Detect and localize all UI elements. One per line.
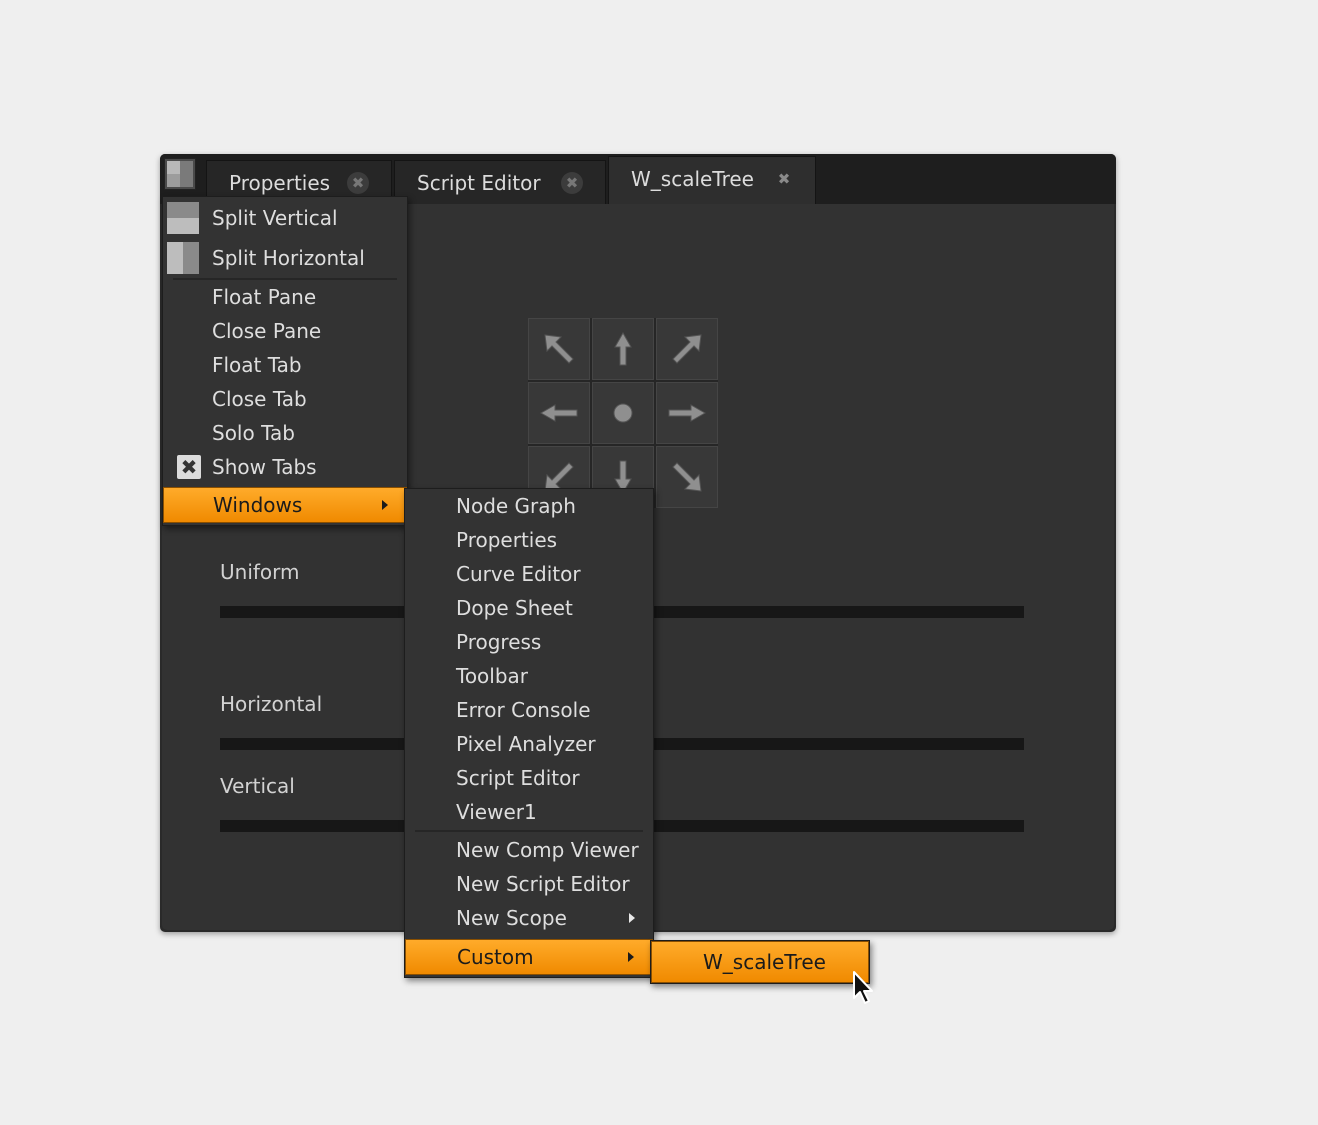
menu-item-label: Curve Editor bbox=[456, 562, 581, 586]
arrow-left-icon bbox=[539, 404, 578, 422]
tab-w-scaletree[interactable]: W_scaleTree ✖ bbox=[608, 156, 816, 204]
menu-item-close-pane[interactable]: Close Pane bbox=[163, 315, 407, 347]
tab-label: W_scaleTree bbox=[631, 167, 754, 191]
menu-item-label: Properties bbox=[456, 528, 558, 552]
close-icon[interactable]: ✖ bbox=[773, 168, 795, 190]
arrow-left-button[interactable] bbox=[528, 382, 590, 444]
dot-icon bbox=[613, 403, 633, 423]
direction-grid bbox=[528, 318, 718, 508]
menu-item-label: Windows bbox=[213, 493, 303, 517]
tab-script-editor[interactable]: Script Editor ✖ bbox=[394, 160, 606, 204]
checkbox-checked-icon: ✖ bbox=[177, 455, 201, 479]
menu-item-label: New Comp Viewer bbox=[456, 838, 639, 862]
menu-item-float-tab[interactable]: Float Tab bbox=[163, 349, 407, 381]
menu-item-new-scope[interactable]: New Scope bbox=[405, 901, 653, 935]
menu-item-viewer1[interactable]: Viewer1 bbox=[405, 795, 653, 829]
menu-item-curve-editor[interactable]: Curve Editor bbox=[405, 557, 653, 591]
menu-item-label: Close Pane bbox=[212, 319, 322, 343]
menu-item-label: Show Tabs bbox=[212, 455, 317, 479]
arrow-right-button[interactable] bbox=[656, 382, 718, 444]
submenu-arrow-icon bbox=[629, 913, 635, 923]
arrow-down-right-icon bbox=[672, 462, 702, 492]
arrow-right-icon bbox=[668, 404, 707, 422]
tab-label: Script Editor bbox=[417, 171, 541, 195]
menu-item-new-comp-viewer[interactable]: New Comp Viewer bbox=[405, 833, 653, 867]
menu-item-label: Solo Tab bbox=[212, 421, 295, 445]
menu-item-label: New Scope bbox=[456, 906, 567, 930]
menu-item-label: Float Tab bbox=[212, 353, 302, 377]
mouse-cursor-icon bbox=[853, 971, 873, 1004]
menu-item-label: Float Pane bbox=[212, 285, 317, 309]
menu-item-show-tabs[interactable]: ✖ Show Tabs bbox=[163, 451, 407, 483]
menu-item-label: Dope Sheet bbox=[456, 596, 573, 620]
menu-item-custom[interactable]: Custom bbox=[405, 939, 653, 975]
menu-item-close-tab[interactable]: Close Tab bbox=[163, 383, 407, 415]
submenu-arrow-icon bbox=[382, 500, 388, 510]
close-icon[interactable]: ✖ bbox=[561, 172, 583, 194]
uniform-label: Uniform bbox=[220, 560, 300, 584]
menu-separator bbox=[173, 278, 397, 280]
menu-item-label: Toolbar bbox=[456, 664, 529, 688]
menu-item-pixel-analyzer[interactable]: Pixel Analyzer bbox=[405, 727, 653, 761]
tab-label: Properties bbox=[229, 171, 331, 195]
menu-item-script-editor[interactable]: Script Editor bbox=[405, 761, 653, 795]
horizontal-label: Horizontal bbox=[220, 692, 323, 716]
pane-menu: Split Vertical Split Horizontal Float Pa… bbox=[162, 196, 408, 526]
menu-item-progress[interactable]: Progress bbox=[405, 625, 653, 659]
arrow-up-left-button[interactable] bbox=[528, 318, 590, 380]
menu-item-split-horizontal[interactable]: Split Horizontal bbox=[163, 239, 407, 277]
menu-item-label: Error Console bbox=[456, 698, 591, 722]
arrow-up-right-icon bbox=[672, 334, 702, 364]
menu-item-label: Close Tab bbox=[212, 387, 307, 411]
split-vertical-icon bbox=[167, 202, 199, 234]
menu-item-label: Custom bbox=[457, 945, 534, 969]
menu-item-label: W_scaleTree bbox=[703, 950, 826, 974]
menu-separator bbox=[415, 830, 643, 832]
menu-item-windows[interactable]: Windows bbox=[163, 487, 407, 523]
menu-item-solo-tab[interactable]: Solo Tab bbox=[163, 417, 407, 449]
arrow-up-left-icon bbox=[544, 334, 574, 364]
center-button[interactable] bbox=[592, 382, 654, 444]
custom-menu: W_scaleTree bbox=[650, 940, 870, 984]
menu-item-dope-sheet[interactable]: Dope Sheet bbox=[405, 591, 653, 625]
submenu-arrow-icon bbox=[628, 952, 634, 962]
menu-item-label: Pixel Analyzer bbox=[456, 732, 596, 756]
close-icon[interactable]: ✖ bbox=[347, 172, 369, 194]
menu-item-split-vertical[interactable]: Split Vertical bbox=[163, 199, 407, 237]
arrow-up-icon bbox=[614, 331, 632, 366]
arrow-up-button[interactable] bbox=[592, 318, 654, 380]
menu-item-label: Split Horizontal bbox=[212, 246, 365, 270]
menu-item-w-scaletree[interactable]: W_scaleTree bbox=[651, 941, 869, 983]
menu-item-properties[interactable]: Properties bbox=[405, 523, 653, 557]
menu-item-new-script-editor[interactable]: New Script Editor bbox=[405, 867, 653, 901]
menu-item-float-pane[interactable]: Float Pane bbox=[163, 281, 407, 313]
menu-item-label: Viewer1 bbox=[456, 800, 537, 824]
split-horizontal-icon bbox=[167, 242, 199, 274]
menu-item-label: Node Graph bbox=[456, 494, 576, 518]
menu-item-label: Progress bbox=[456, 630, 542, 654]
menu-item-node-graph[interactable]: Node Graph bbox=[405, 489, 653, 523]
menu-item-label: Script Editor bbox=[456, 766, 580, 790]
menu-item-error-console[interactable]: Error Console bbox=[405, 693, 653, 727]
menu-item-toolbar[interactable]: Toolbar bbox=[405, 659, 653, 693]
pane-menu-button[interactable] bbox=[164, 158, 196, 190]
vertical-label: Vertical bbox=[220, 774, 295, 798]
arrow-down-right-button[interactable] bbox=[656, 446, 718, 508]
menu-item-label: New Script Editor bbox=[456, 872, 630, 896]
arrow-up-right-button[interactable] bbox=[656, 318, 718, 380]
menu-item-label: Split Vertical bbox=[212, 206, 338, 230]
windows-menu: Node Graph Properties Curve Editor Dope … bbox=[404, 488, 654, 978]
